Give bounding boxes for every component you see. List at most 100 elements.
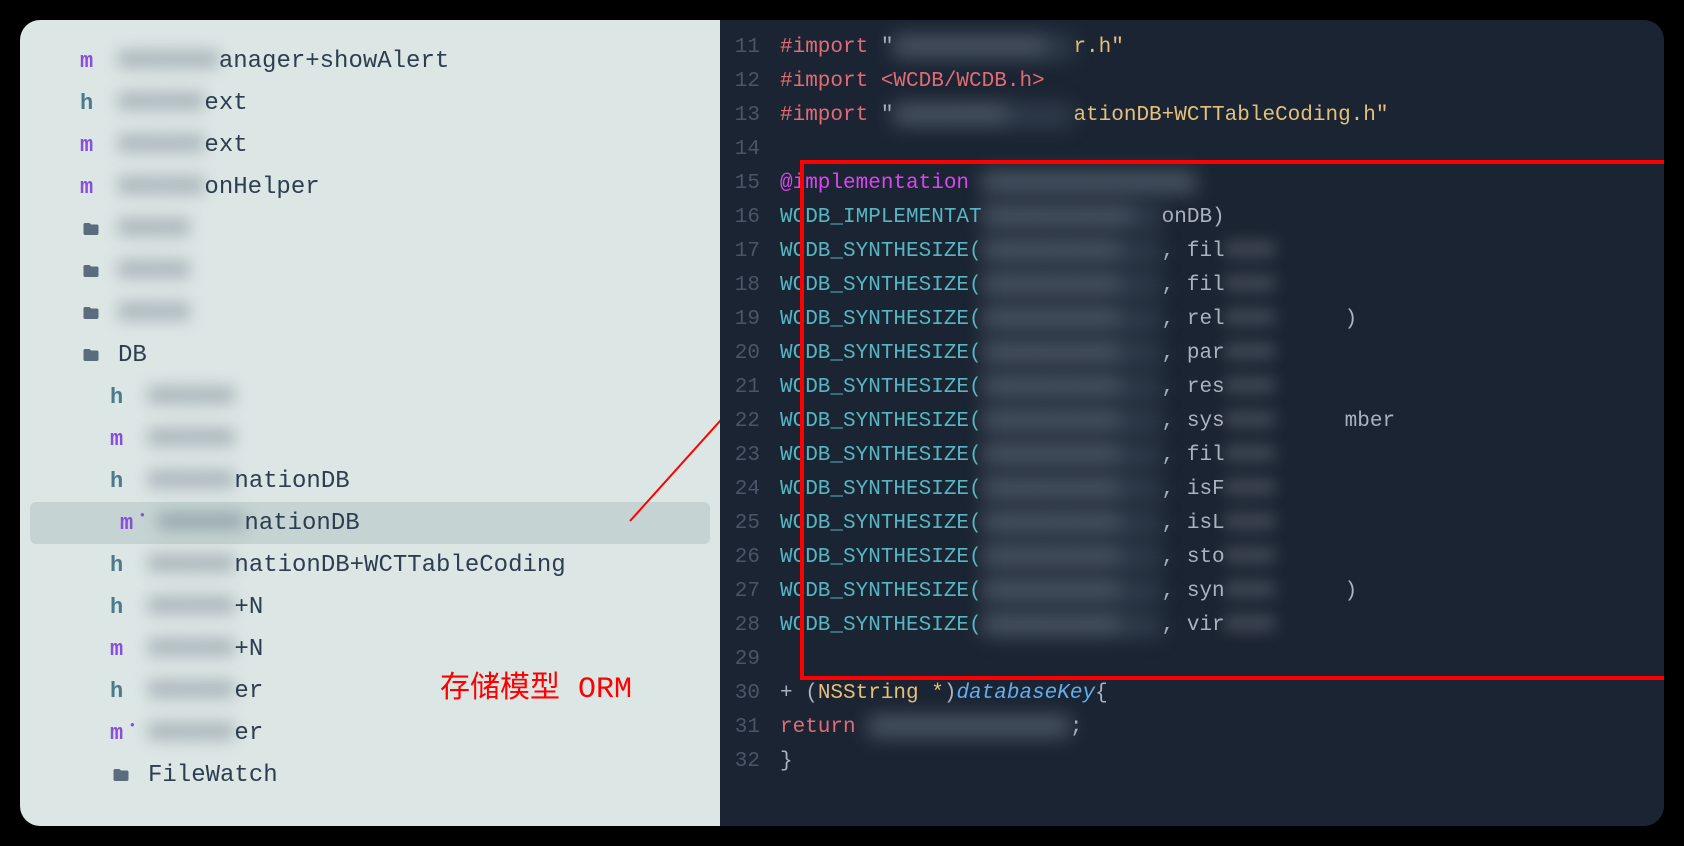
line-number: 16 [730,206,780,229]
file-name-label: XXXXXX+N [148,594,263,621]
code-line[interactable]: 16WCDB_IMPLEMENTATXXXXXXXXXXXXonDB) [730,200,1664,234]
line-number: 20 [730,342,780,365]
file-item-1[interactable]: hXXXXXXext [20,82,720,124]
code-line[interactable]: 15@implementation XXXXXXXXXXXXXXXXX [730,166,1664,200]
code-editor[interactable]: 11#import "XXXXXXXXXXXXr.h"12#import <WC… [720,20,1664,826]
file-item-4[interactable]: XXXXX [20,208,720,250]
file-item-3[interactable]: m XXXXXXonHelper [20,166,720,208]
code-line[interactable]: 24WCDB_SYNTHESIZE(XXXXXXXXXXX, isFXXXX [730,472,1664,506]
code-content: #import "XXXXXXXXXationDB+WCTTableCoding… [780,104,1389,127]
h-file-icon: h [110,679,140,704]
code-line[interactable]: 11#import "XXXXXXXXXXXXr.h" [730,30,1664,64]
line-number: 28 [730,614,780,637]
code-content: WCDB_SYNTHESIZE(XXXXXXXXXXX, filXXXX [780,274,1345,297]
code-line[interactable]: 20WCDB_SYNTHESIZE(XXXXXXXXXXX, parXXXX [730,336,1664,370]
code-line[interactable]: 25WCDB_SYNTHESIZE(XXXXXXXXXXX, isLXXXX [730,506,1664,540]
code-line[interactable]: 26WCDB_SYNTHESIZE(XXXXXXXXXXX, stoXXXX [730,540,1664,574]
file-name-label: XXXXXXnationDB [148,468,350,495]
code-line[interactable]: 22WCDB_SYNTHESIZE(XXXXXXXXXXX, sysXXXXmb… [730,404,1664,438]
file-item-9[interactable]: m XXXXXX [20,418,720,460]
file-item-6[interactable]: XXXXX [20,292,720,334]
file-item-16[interactable]: m•XXXXXXer [20,712,720,754]
code-content: WCDB_SYNTHESIZE(XXXXXXXXXXX, filXXXX [780,240,1345,263]
file-name-label: XXXXXX [148,384,234,411]
m-file-icon: m [80,133,110,158]
file-name-label: XXXXXXer [148,678,263,705]
line-number: 19 [730,308,780,331]
code-content: + (NSString *)databaseKey{ [780,682,1108,705]
file-name-label: XXXXXX [148,426,234,453]
file-list: mXXXXXXXanager+showAlerthXXXXXXextmXXXXX… [20,40,720,796]
h-file-icon: h [110,469,140,494]
line-number: 21 [730,376,780,399]
file-item-11[interactable]: m•XXXXXXnationDB [30,502,710,544]
file-item-0[interactable]: m XXXXXXXanager+showAlert [20,40,720,82]
code-content: WCDB_SYNTHESIZE(XXXXXXXXXXX, filXXXX [780,444,1345,467]
line-number: 26 [730,546,780,569]
code-line[interactable]: 19WCDB_SYNTHESIZE(XXXXXXXXXXX, relXXXX) [730,302,1664,336]
line-number: 27 [730,580,780,603]
code-line[interactable]: 23WCDB_SYNTHESIZE(XXXXXXXXXXX, filXXXX [730,438,1664,472]
h-file-icon: h [110,553,140,578]
code-content: @implementation XXXXXXXXXXXXXXXXX [780,172,1196,195]
line-number: 17 [730,240,780,263]
file-name-label: XXXXXXXanager+showAlert [118,48,449,75]
line-number: 32 [730,750,780,773]
line-number: 13 [730,104,780,127]
file-item-7[interactable]: DB [20,334,720,376]
code-line[interactable]: 27WCDB_SYNTHESIZE(XXXXXXXXXXX, synXXXX) [730,574,1664,608]
code-content: #import <WCDB/WCDB.h> [780,70,1045,93]
file-item-2[interactable]: m XXXXXXext [20,124,720,166]
file-name-label: XXXXXXext [118,132,248,159]
file-name-label: XXXXXXext [118,90,248,117]
line-number: 12 [730,70,780,93]
code-content: WCDB_SYNTHESIZE(XXXXXXXXXXX, synXXXX) [780,580,1357,603]
folder-icon [80,304,110,322]
file-item-12[interactable]: h XXXXXXnationDB+WCTTableCoding [20,544,720,586]
file-item-10[interactable]: h XXXXXXnationDB [20,460,720,502]
line-number: 24 [730,478,780,501]
file-item-13[interactable]: h XXXXXX+N [20,586,720,628]
line-number: 23 [730,444,780,467]
file-name-label: XXXXX [118,216,190,243]
code-content: WCDB_IMPLEMENTATXXXXXXXXXXXXonDB) [780,206,1225,229]
file-item-15[interactable]: h XXXXXXer [20,670,720,712]
file-item-14[interactable]: m XXXXXX+N [20,628,720,670]
code-line[interactable]: 21WCDB_SYNTHESIZE(XXXXXXXXXXX, resXXXX [730,370,1664,404]
line-number: 11 [730,36,780,59]
file-name-label: DB [118,342,147,369]
code-line[interactable]: 31 return XXXXXXXXXXXXXXXX; [730,710,1664,744]
file-name-label: XXXXXXonHelper [118,174,320,201]
line-number: 14 [730,138,780,161]
m-file-icon: m [110,637,140,662]
code-line[interactable]: 14 [730,132,1664,166]
code-area: 11#import "XXXXXXXXXXXXr.h"12#import <WC… [720,30,1664,778]
code-content: return XXXXXXXXXXXXXXXX; [780,716,1082,739]
code-content: WCDB_SYNTHESIZE(XXXXXXXXXXX, isLXXXX [780,512,1345,535]
line-number: 25 [730,512,780,535]
code-line[interactable]: 13#import "XXXXXXXXXationDB+WCTTableCodi… [730,98,1664,132]
code-content: #import "XXXXXXXXXXXXr.h" [780,36,1124,59]
file-name-label: XXXXXXnationDB+WCTTableCoding [148,552,566,579]
code-content: WCDB_SYNTHESIZE(XXXXXXXXXXX, relXXXX) [780,308,1357,331]
file-item-17[interactable]: FileWatch [20,754,720,796]
file-name-label: XXXXX [118,258,190,285]
code-line[interactable]: 30+ (NSString *)databaseKey{ [730,676,1664,710]
file-item-5[interactable]: XXXXX [20,250,720,292]
code-content: WCDB_SYNTHESIZE(XXXXXXXXXXX, parXXXX [780,342,1345,365]
code-line[interactable]: 32} [730,744,1664,778]
file-item-8[interactable]: hXXXXXX [20,376,720,418]
code-line[interactable]: 12#import <WCDB/WCDB.h> [730,64,1664,98]
m-file-icon: m [110,427,140,452]
m-file-icon: m• [120,511,150,536]
h-file-icon: h [110,595,140,620]
m-file-icon: m [80,49,110,74]
code-line[interactable]: 28WCDB_SYNTHESIZE(XXXXXXXXXXX, virXXXX [730,608,1664,642]
code-line[interactable]: 17WCDB_SYNTHESIZE(XXXXXXXXXXX, filXXXX [730,234,1664,268]
code-content: WCDB_SYNTHESIZE(XXXXXXXXXXX, resXXXX [780,376,1345,399]
file-name-label: FileWatch [148,762,278,789]
m-file-icon: m [80,175,110,200]
code-line[interactable]: 18WCDB_SYNTHESIZE(XXXXXXXXXXX, filXXXX [730,268,1664,302]
code-line[interactable]: 29 [730,642,1664,676]
file-name-label: XXXXXX+N [148,636,263,663]
